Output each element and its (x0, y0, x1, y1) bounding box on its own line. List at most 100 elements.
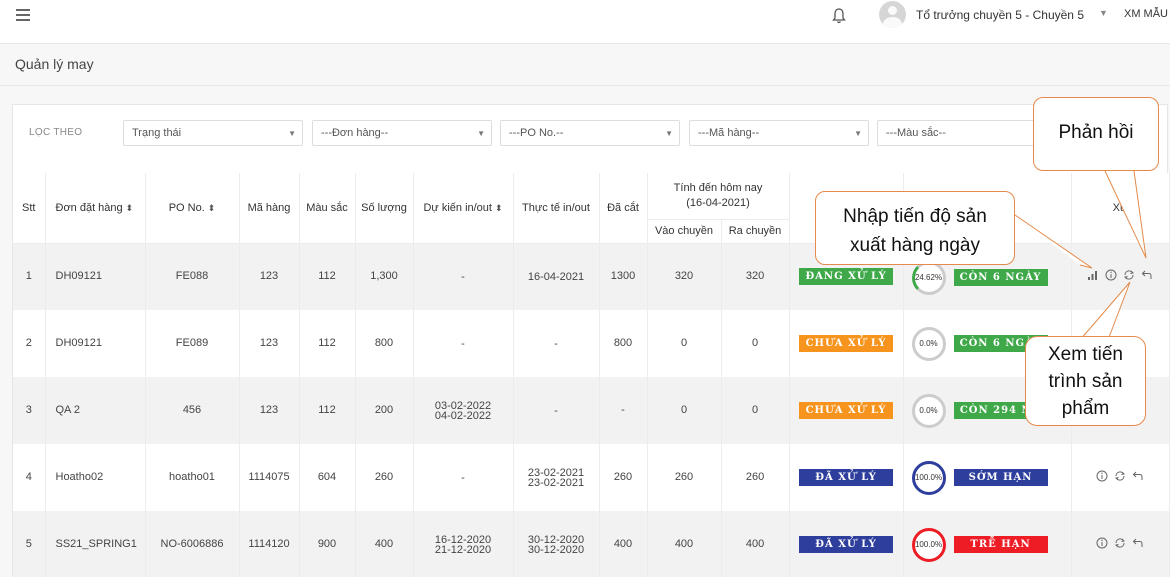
cell-planned: - (413, 444, 514, 511)
cell-stt: 2 (13, 310, 46, 377)
sort-icon[interactable]: ⬍ (208, 203, 216, 213)
cell-qty: 260 (355, 444, 414, 511)
avatar[interactable] (879, 1, 906, 28)
color-filter[interactable]: ---Màu sắc--▼ (877, 120, 1057, 146)
refresh-icon[interactable] (1123, 269, 1135, 281)
chevron-down-icon: ▼ (288, 129, 296, 138)
planned-in: - (461, 471, 465, 484)
status-badge: CHƯA XỬ LÝ (799, 402, 894, 419)
cell-in-line: 260 (647, 444, 722, 511)
status-badge: CHƯA XỬ LÝ (799, 335, 894, 352)
progress-circle: 0.0% (911, 327, 946, 361)
cell-status: ĐÃ XỬ LÝ (789, 511, 904, 577)
menu-icon[interactable] (16, 9, 30, 21)
cell-in-line: 0 (647, 377, 722, 444)
cell-color: 112 (299, 377, 356, 444)
cell-actual: 30-12-2020 30-12-2020 (513, 511, 600, 577)
callout-daily-line2: xuất hàng ngày (850, 235, 980, 256)
divider (0, 85, 1170, 86)
callout-daily-progress: Nhập tiến độ sản xuất hàng ngày (815, 191, 1015, 265)
filter-label: LỌC THEO (29, 127, 83, 138)
callout-feedback: Phản hồi (1033, 97, 1159, 171)
callout-progress-line1: Xem tiến (1048, 344, 1123, 365)
cell-status: CHƯA XỬ LÝ (789, 310, 904, 377)
planned-out: 04-02-2022 (434, 409, 492, 422)
top-bar: Tổ trưởng chuyền 5 - Chuyền 5 ▼ XM MẪU (0, 0, 1170, 44)
deadline-badge: SỚM HẠN (953, 469, 1048, 486)
cell-planned: - (413, 243, 514, 310)
col-planned[interactable]: Dự kiến in/out ⬍ (413, 173, 514, 244)
cell-progress: 100.0% SỚM HẠN (903, 444, 1072, 511)
reply-icon[interactable] (1132, 537, 1144, 549)
item-filter[interactable]: ---Mã hàng-- ▼ (689, 120, 869, 146)
cell-item: 123 (239, 377, 300, 444)
user-name[interactable]: Tổ trưởng chuyền 5 - Chuyền 5 (916, 8, 1084, 22)
cell-status: ĐÃ XỬ LÝ (789, 444, 904, 511)
reply-icon[interactable] (1132, 470, 1144, 482)
chevron-down-icon[interactable]: ▼ (1099, 8, 1108, 18)
col-stt: Stt (13, 173, 46, 244)
refresh-icon[interactable] (1114, 537, 1126, 549)
cell-actions (1071, 511, 1170, 577)
cell-qty: 400 (355, 511, 414, 577)
col-po[interactable]: PO No. ⬍ (145, 173, 240, 244)
page-title: Quản lý may (15, 56, 94, 72)
cell-planned: 16-12-2020 21-12-2020 (413, 511, 514, 577)
actual-out: 23-02-2021 (527, 476, 585, 489)
bar-chart-icon[interactable] (1087, 269, 1099, 281)
cell-actual: 16-04-2021 (513, 243, 600, 310)
org-name[interactable]: XM MẪU (1124, 8, 1168, 20)
info-icon[interactable] (1096, 537, 1108, 549)
cell-item: 1114120 (239, 511, 300, 577)
cell-status: CHƯA XỬ LÝ (789, 377, 904, 444)
info-icon[interactable] (1096, 470, 1108, 482)
actual-in: 16-04-2021 (527, 270, 585, 283)
planned-in: 16-12-2020 (434, 533, 492, 546)
chevron-down-icon: ▼ (477, 129, 485, 138)
cell-in-line: 0 (647, 310, 722, 377)
actual-in: 23-02-2021 (527, 466, 585, 479)
status-filter[interactable]: Trạng thái ▼ (123, 120, 303, 146)
col-order[interactable]: Đơn đặt hàng ⬍ (45, 173, 146, 244)
sort-icon[interactable]: ⬍ (126, 203, 134, 213)
planned-in: - (461, 270, 465, 283)
item-filter-value: ---Mã hàng-- (698, 127, 760, 139)
col-today-date: (16-04-2021) (686, 196, 750, 209)
cell-out-line: 0 (721, 377, 790, 444)
main-card: LỌC THEO Trạng thái ▼ ---Đơn hàng-- ▼ ---P… (12, 104, 1170, 577)
cell-po: 456 (145, 377, 240, 444)
callout-feedback-text: Phản hồi (1058, 122, 1134, 143)
actual-out: 30-12-2020 (527, 543, 585, 556)
cell-order: SS21_SPRING1 (45, 511, 146, 577)
deadline-badge: TRỄ HẠN (953, 536, 1048, 553)
cell-in-line: 320 (647, 243, 722, 310)
col-today-title: Tính đến hôm nay (673, 181, 763, 194)
col-actions: Xử (1071, 173, 1170, 244)
status-badge: ĐANG XỬ LÝ (799, 268, 894, 286)
progress-circle: 100.0% (911, 461, 946, 495)
cell-qty: 800 (355, 310, 414, 377)
planned-out: 21-12-2020 (434, 543, 492, 556)
col-po-label: PO No. (168, 201, 205, 214)
status-filter-value: Trạng thái (132, 127, 182, 139)
col-planned-label: Dự kiến in/out (423, 201, 492, 214)
cell-order: DH09121 (45, 310, 146, 377)
info-icon[interactable] (1105, 269, 1117, 281)
progress-circle: 100.0% (911, 528, 946, 562)
cell-po: NO-6006886 (145, 511, 240, 577)
col-color: Màu sắc (299, 173, 356, 244)
refresh-icon[interactable] (1114, 470, 1126, 482)
col-actual: Thực tế in/out (513, 173, 600, 244)
bell-icon[interactable] (830, 7, 848, 25)
cell-stt: 1 (13, 243, 46, 310)
cell-stt: 4 (13, 444, 46, 511)
sort-icon[interactable]: ⬍ (495, 203, 503, 213)
reply-icon[interactable] (1141, 269, 1153, 281)
po-filter[interactable]: ---PO No.-- ▼ (500, 120, 680, 146)
cell-out-line: 260 (721, 444, 790, 511)
cell-out-line: 0 (721, 310, 790, 377)
order-filter[interactable]: ---Đơn hàng-- ▼ (312, 120, 492, 146)
cell-cut: 800 (599, 310, 648, 377)
actual-in: 30-12-2020 (527, 533, 585, 546)
order-filter-value: ---Đơn hàng-- (321, 127, 389, 139)
